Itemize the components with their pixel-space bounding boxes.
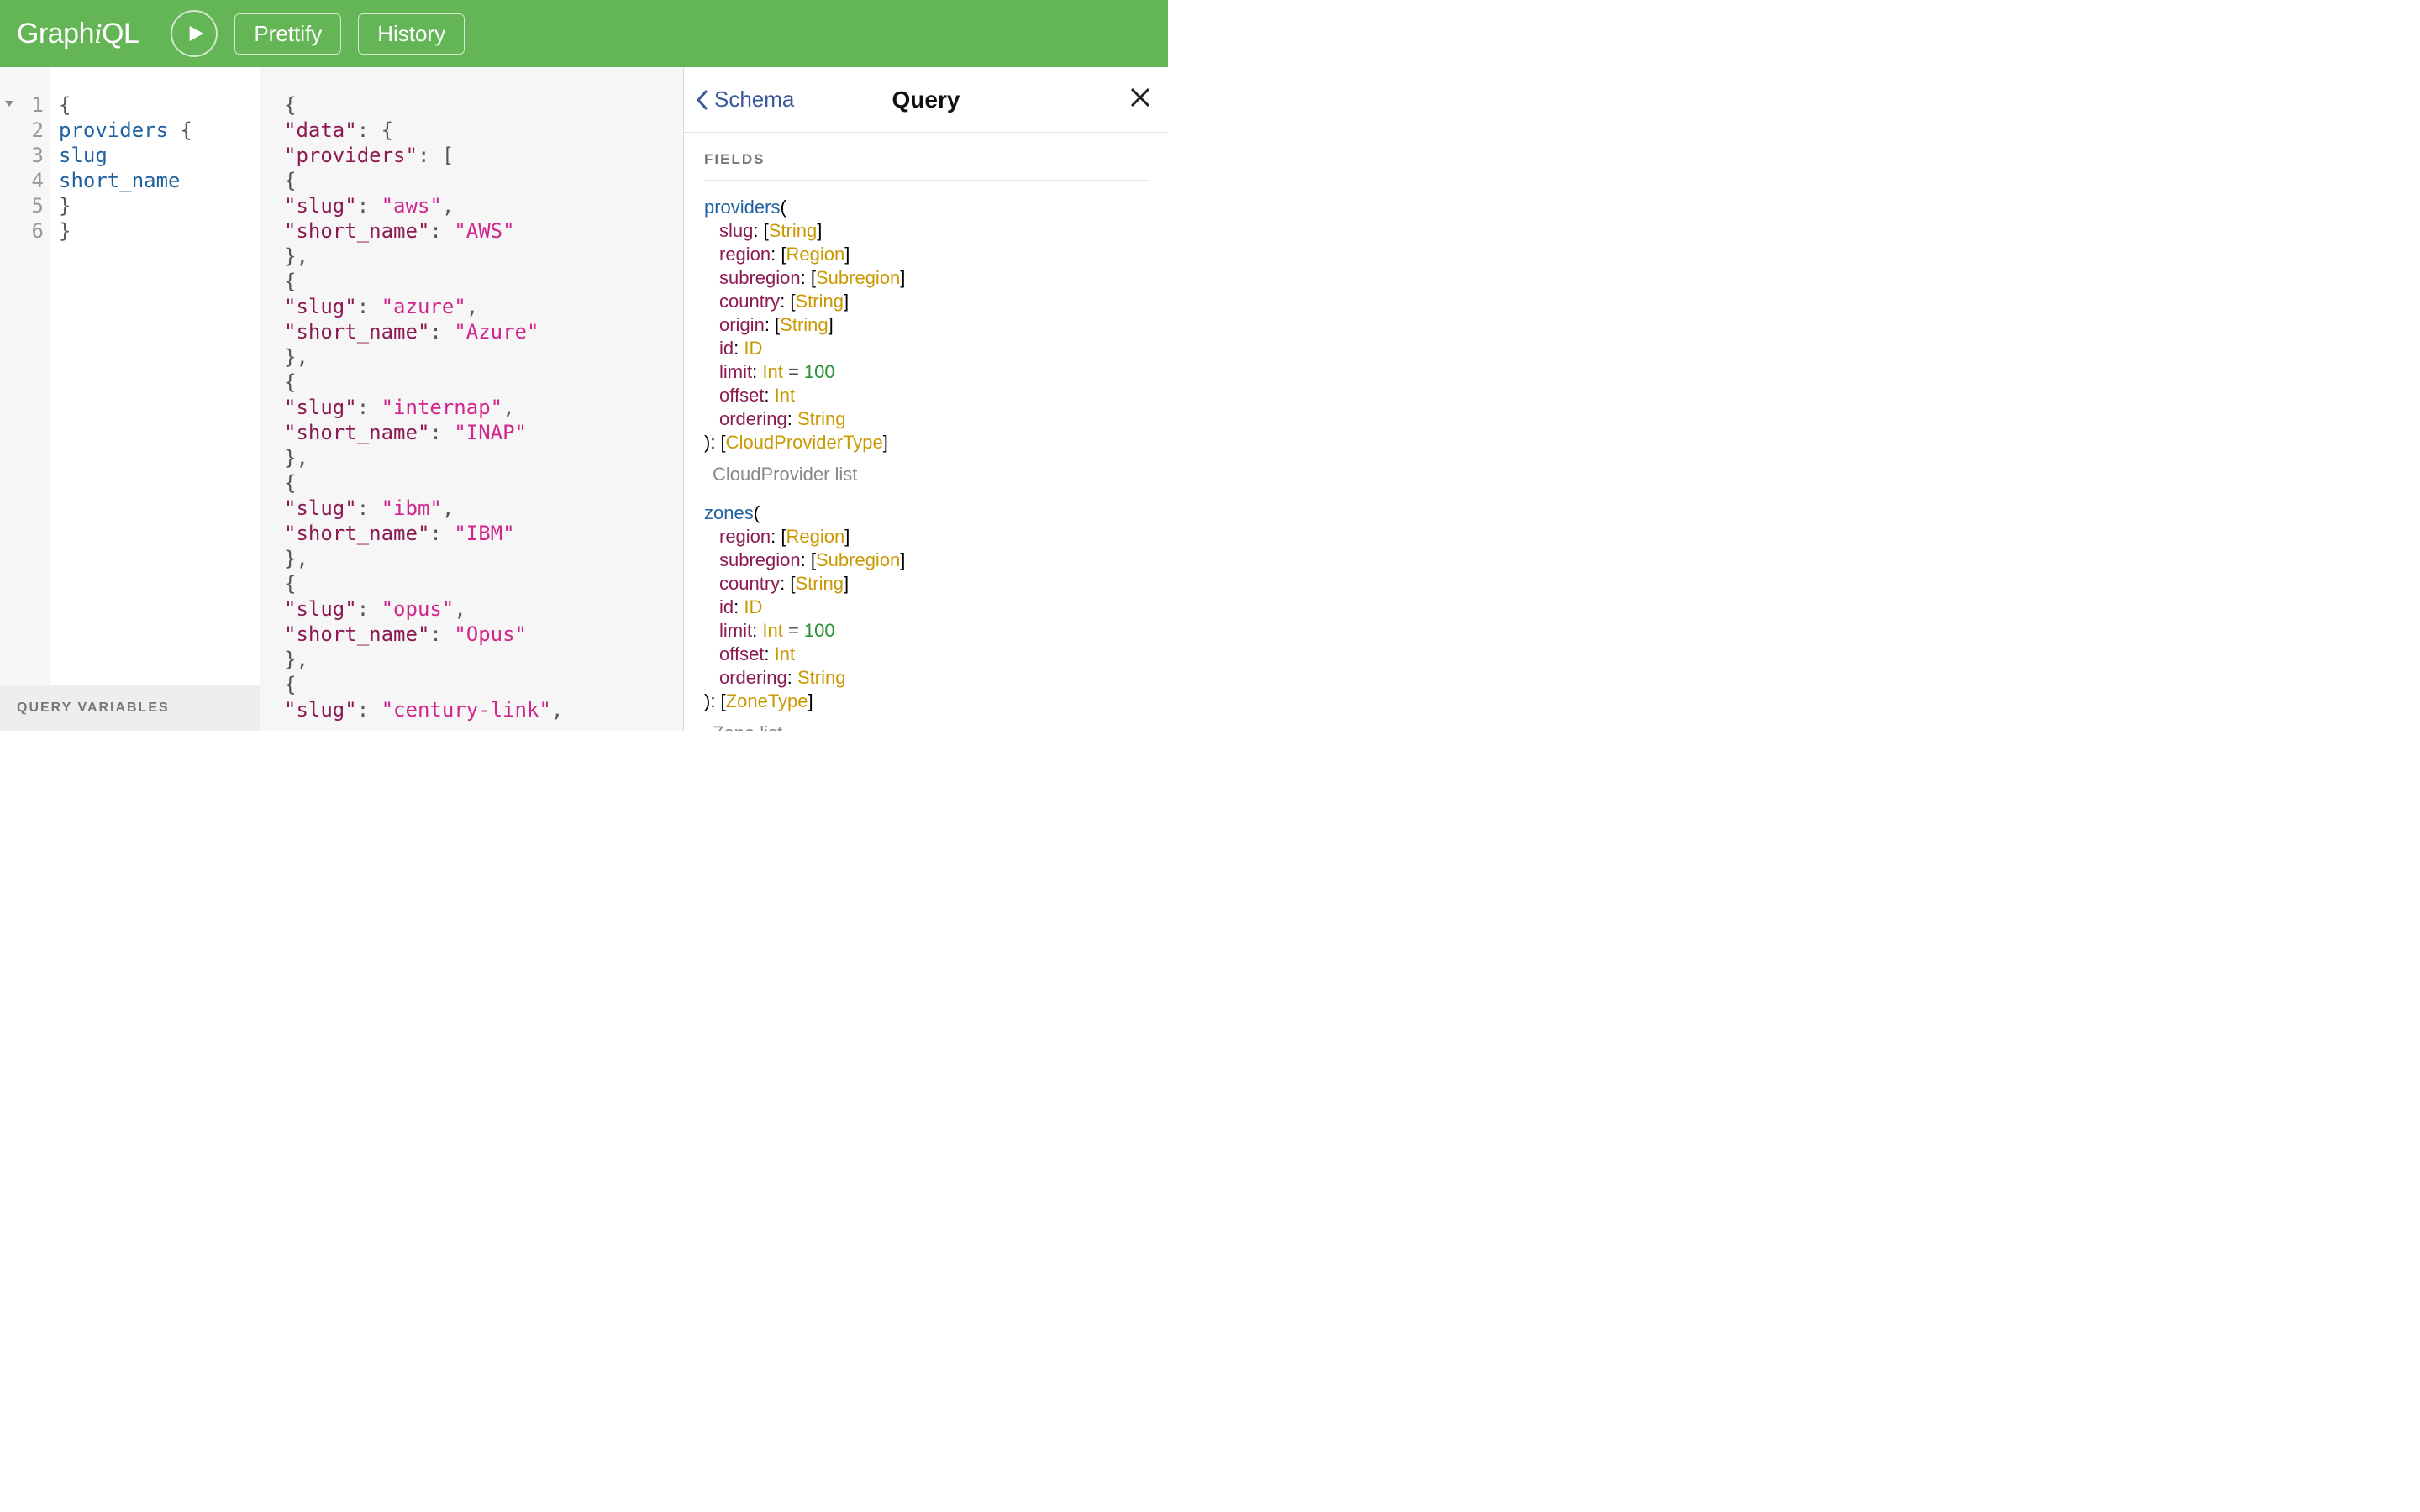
back-label: Schema (714, 87, 794, 113)
line-number: 1 (0, 92, 44, 118)
docs-header: Schema Query (684, 67, 1168, 133)
app-logo: GraphiQL (17, 18, 139, 50)
query-editor-panel: 123456 { providers { slug short_name }} … (0, 67, 260, 731)
close-button[interactable] (1129, 84, 1151, 115)
line-gutter: 123456 (0, 67, 50, 685)
field-description: CloudProvider list (713, 463, 1148, 486)
history-button[interactable]: History (358, 13, 465, 55)
query-variables-header[interactable]: Query Variables (0, 685, 260, 731)
chevron-left-icon (696, 89, 709, 111)
execute-button[interactable] (171, 10, 218, 57)
prettify-button[interactable]: Prettify (234, 13, 341, 55)
line-number: 2 (0, 118, 44, 143)
schema-field[interactable]: providers(slug: [String]region: [Region]… (704, 196, 1148, 486)
line-number: 4 (0, 168, 44, 193)
line-number: 6 (0, 218, 44, 244)
query-editor[interactable]: { providers { slug short_name }} (50, 67, 260, 685)
line-number: 5 (0, 193, 44, 218)
back-button[interactable]: Schema (696, 87, 794, 113)
play-icon (187, 24, 205, 43)
fold-arrow-icon[interactable] (5, 101, 13, 107)
toolbar: GraphiQL Prettify History (0, 0, 1168, 67)
result-panel[interactable]: { "data": { "providers": [ { "slug": "aw… (260, 67, 684, 731)
fields-section-label: Fields (704, 148, 1148, 181)
line-number: 3 (0, 143, 44, 168)
docs-panel: Schema Query Fields providers(slug: [Str… (684, 67, 1168, 731)
field-description: Zone list (713, 722, 1148, 731)
close-icon (1129, 87, 1151, 108)
docs-body[interactable]: Fields providers(slug: [String]region: [… (684, 133, 1168, 731)
docs-title: Query (892, 87, 960, 113)
schema-field[interactable]: zones(region: [Region]subregion: [Subreg… (704, 501, 1148, 731)
